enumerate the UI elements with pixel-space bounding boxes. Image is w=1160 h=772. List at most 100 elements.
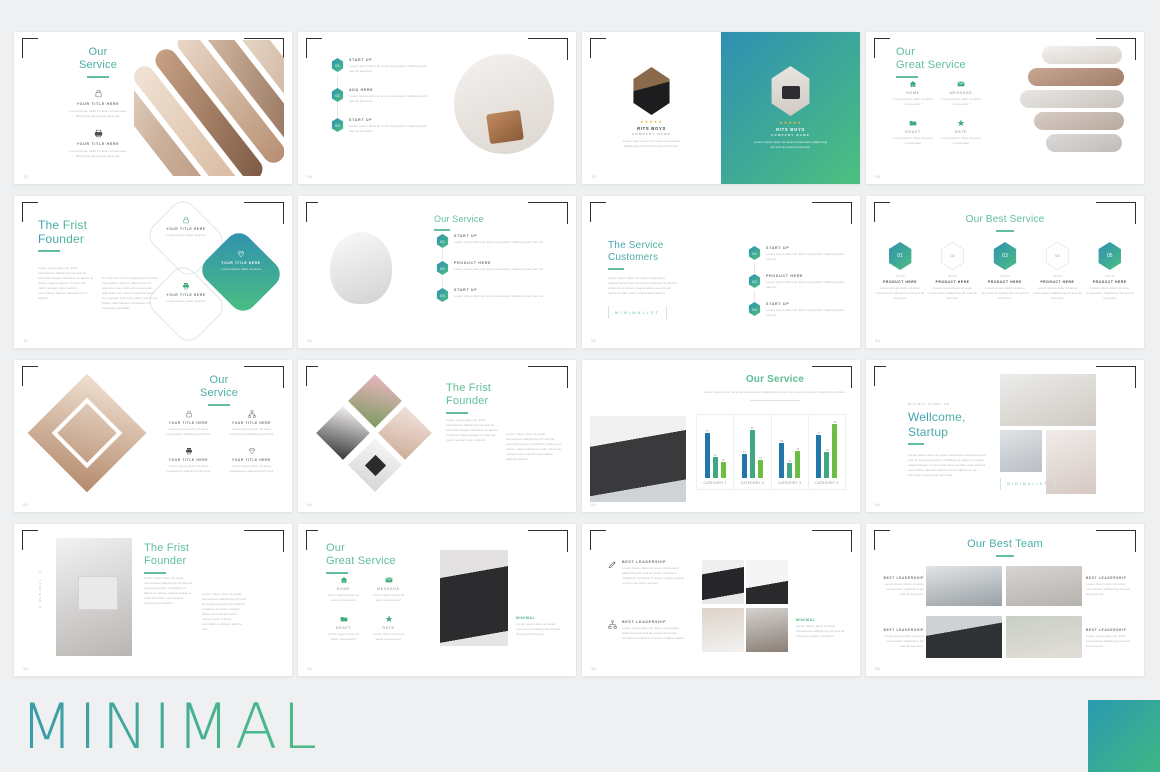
rating-stars: ★★★★★ — [779, 120, 802, 125]
slide-thumbnail-s12[interactable]: MINIMAL START UP Wellcome, Startup Lorem … — [866, 360, 1144, 512]
slide-thumbnail-s13[interactable]: MINIMAL The Frist Founder Lorem ipsum dol… — [14, 524, 292, 676]
item-text: Lorem ipsum dolor sit amet consectetur a… — [454, 267, 544, 271]
diamond-icon — [210, 250, 272, 258]
feature-label: Rate — [954, 130, 968, 134]
vertical-tag: MINIMAL — [38, 572, 42, 613]
category-label: CATEGORY 3 — [778, 481, 802, 485]
feature-item: Draft Lorem ipsum dolor sit amet consect… — [892, 119, 934, 146]
member-text: Lorem ipsum dolor sit amet consectetur a… — [884, 634, 924, 648]
hex-text: Lorem ipsum dolor sit amet consectetur a… — [980, 286, 1030, 301]
mail-icon — [940, 80, 982, 88]
timeline-item: 03 Start Up Lorem ipsum dolor sit amet c… — [331, 118, 431, 134]
print-icon — [66, 129, 130, 138]
member-info: Best Leadership Lorem ipsum dolor sit am… — [882, 576, 924, 597]
corner-bracket-icon — [22, 530, 34, 550]
hex-feature: 01 Minimal PRODUCT HERE Lorem ipsum dolo… — [876, 242, 924, 301]
profile-card-light: ★★★★★ RITS BOYS COMPANY NAME Lorem ipsum… — [582, 32, 721, 184]
profile-text: Lorem ipsum dolor sit amet consectetur a… — [754, 140, 827, 149]
lock-icon — [160, 410, 217, 418]
item-label: ADD Here — [349, 88, 374, 92]
paragraph-col-2: Lorem ipsum dolor sit amet consectetur a… — [202, 592, 246, 631]
hex-badge: 01 — [887, 242, 913, 270]
hex-text: Lorem ipsum dolor sit amet consectetur a… — [928, 286, 977, 301]
slide-thumbnail-s11[interactable]: Our Service Lorem ipsum dolor sit amet c… — [582, 360, 860, 512]
item-text: Lorem ipsum dolor sit amet consectetur a… — [454, 294, 544, 298]
slide-thumbnail-s06[interactable]: Our Service 01 Start Up Lorem ipsum dolo… — [298, 196, 576, 348]
feature-item: Home Lorem ipsum dolor sit amet consecte… — [892, 80, 934, 107]
slide-thumbnail-s09[interactable]: Our Service YOUR TITLE HERE Lorem ipsum d… — [14, 360, 292, 512]
diamond-label: YOUR TITLE HERE — [166, 227, 206, 231]
page-number: 44 — [23, 502, 29, 507]
hex-kicker: Minimal — [1105, 275, 1115, 278]
paragraph-col-1: Lorem ipsum dolor sit amet consectetur a… — [446, 418, 498, 442]
timeline-connector — [337, 75, 338, 87]
slide-title: Our Best Service — [965, 214, 1045, 225]
timeline-item: 01 Start Up Lorem ipsum dolor sit amet c… — [748, 246, 844, 262]
photo-member — [1006, 566, 1082, 606]
item-text: Lorem ipsum dolor sit amet consectetur a… — [766, 280, 844, 289]
photo-member — [1006, 616, 1082, 658]
hex-feature: 04 Minimal PRODUCT HERE Lorem ipsum dolo… — [1033, 242, 1081, 301]
item-label: PRODUCT HERE — [766, 274, 804, 278]
slide-thumbnail-s04[interactable]: Our Great Service Home Lorem ipsum dolor … — [866, 32, 1144, 184]
feature-item: YOUR TITLE HERE Lorem ipsum dolor sit am… — [66, 129, 130, 159]
member-label: Best Leadership — [883, 576, 924, 580]
slide-title: Wellcome, Startup — [908, 410, 986, 438]
profile-text: Lorem ipsum dolor sit amet consectetur a… — [622, 139, 681, 148]
category-label: CATEGORY 2 — [740, 481, 764, 485]
title-rule — [144, 571, 166, 574]
feature-label: Draft — [905, 130, 921, 134]
feature-item: YOUR TITLE HERE Lorem ipsum dolor sit am… — [66, 89, 130, 119]
member-label: Best Leadership — [1086, 628, 1127, 632]
slide-thumbnail-s15[interactable]: Best Leadership Lorem ipsum dolor sit am… — [582, 524, 860, 676]
slide-thumbnail-s08[interactable]: Our Best Service 01 Minimal PRODUCT HERE… — [866, 196, 1144, 348]
diamond-text: Lorem ipsum dolor sit amet — [166, 299, 206, 303]
title-rule — [608, 267, 624, 270]
photo-shoes — [440, 550, 508, 646]
photo-model — [454, 54, 554, 154]
corner-bracket-icon — [528, 530, 568, 552]
corner-bracket-icon — [812, 202, 852, 224]
diamond-icon — [223, 447, 280, 455]
hex-badge: 05 — [1097, 242, 1123, 270]
slide-title: Our Great Service — [326, 542, 396, 567]
photo-hello — [1000, 374, 1096, 426]
timeline-item: 02 ADD Here Lorem ipsum dolor sit amet c… — [331, 88, 431, 104]
corner-tick-icon — [22, 530, 38, 531]
slide-thumbnail-s03[interactable]: ★★★★★ RITS BOYS COMPANY NAME Lorem ipsum… — [582, 32, 860, 184]
feature-label: Home — [336, 587, 351, 591]
page-number: 16 — [875, 174, 881, 179]
member-info: Best Leadership Lorem ipsum dolor sit am… — [1086, 628, 1132, 649]
slide-thumbnail-s02[interactable]: 01 Start Up Lorem ipsum dolor sit amet c… — [298, 32, 576, 184]
feature-text: Lorem ipsum dolor sit amet consectetur a… — [229, 464, 274, 473]
corner-bracket-icon — [528, 366, 568, 388]
slide-thumbnail-s01[interactable]: Our Service YOUR TITLE HERE Lorem ipsum d… — [14, 32, 292, 184]
feature-item: YOUR TITLE HERE Lorem ipsum dolor sit am… — [223, 410, 280, 437]
photo-woman — [590, 416, 686, 502]
feature-text: Lorem ipsum dolor sit amet consectetur a… — [166, 427, 211, 436]
slide-thumbnail-s10[interactable]: The Frist Founder Lorem ipsum dolor sit a… — [298, 360, 576, 512]
home-icon — [324, 576, 363, 584]
feature-label: YOUR TITLE HERE — [76, 141, 120, 146]
paragraph: Lorem ipsum dolor sit amet consectetur a… — [908, 452, 986, 477]
lock-icon — [157, 216, 215, 224]
timeline-connector — [337, 105, 338, 117]
folder-icon — [892, 119, 934, 127]
paragraph-col-1: Lorem ipsum dolor sit amet consectetur a… — [144, 576, 193, 605]
member-text: Lorem ipsum dolor sit amet consectetur a… — [1086, 582, 1130, 596]
item-label: Start Up — [766, 302, 790, 306]
page-number: 17 — [23, 338, 29, 343]
page-number: 29 — [307, 338, 313, 343]
slide-thumbnail-s05[interactable]: The Frist Founder Lorem ipsum dolor sit a… — [14, 196, 292, 348]
corner-bracket-icon — [244, 530, 284, 552]
rating-stars: ★★★★★ — [640, 119, 663, 124]
corner-tick-icon — [22, 38, 38, 39]
page-number: 30 — [875, 338, 881, 343]
hex-badge: 02 — [436, 261, 449, 275]
category-label: CATEGORY 1 — [703, 481, 727, 485]
slide-thumbnail-s16[interactable]: Our Best Team Best Leadership Lorem ipsu… — [866, 524, 1144, 676]
slide-thumbnail-s07[interactable]: The Service Customers Lorem ipsum dolor s… — [582, 196, 860, 348]
slide-thumbnail-s14[interactable]: Our Great Service Home Lorem ipsum dolor … — [298, 524, 576, 676]
corner-bracket-icon — [306, 202, 318, 222]
item-text: Lorem ipsum dolor sit amet consectetur a… — [454, 240, 544, 244]
